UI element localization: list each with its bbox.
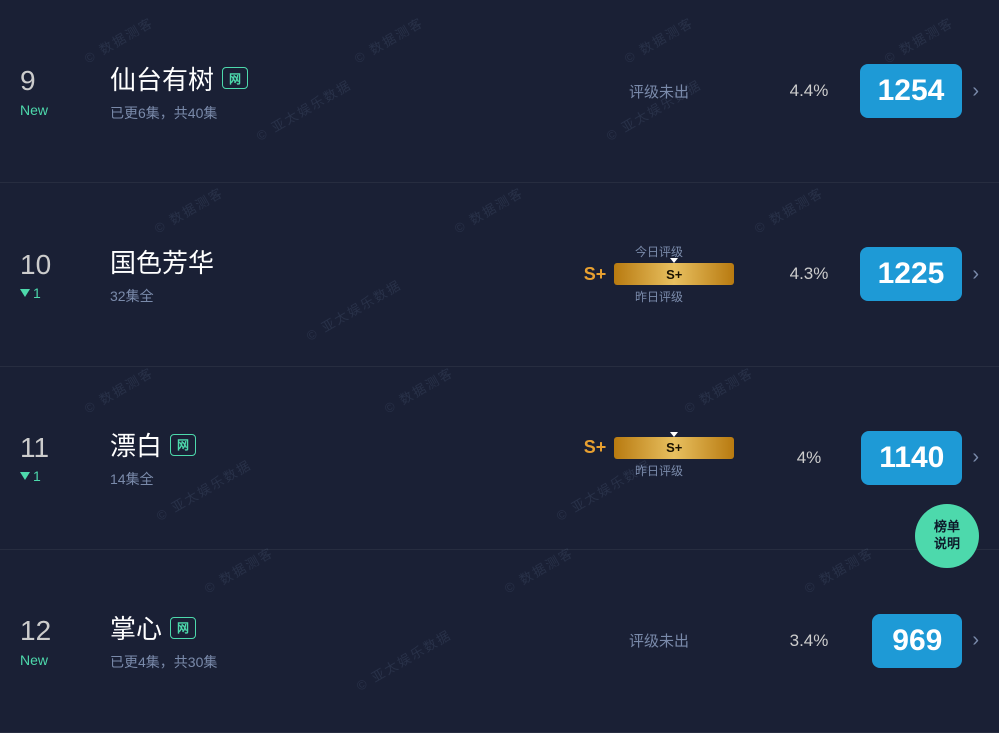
rating-bar-container: S+ S+ xyxy=(584,263,735,285)
percent-section: 3.4% xyxy=(769,631,849,651)
chevron-right-icon[interactable]: › xyxy=(972,629,979,652)
fab-line1: 榜单 xyxy=(934,519,960,536)
arrow-down-icon xyxy=(20,472,30,480)
title-section: 国色芳华 32集全 xyxy=(100,243,549,306)
title-text: 漂白 xyxy=(110,426,162,463)
rank-change: 1 xyxy=(20,468,41,484)
fab-line2: 说明 xyxy=(934,536,960,553)
rank-section: 10 1 xyxy=(20,248,100,302)
rating-bar-label: S+ xyxy=(666,267,682,282)
title-text: 仙台有树 xyxy=(110,60,214,97)
list-item[interactable]: 11 1 漂白 网 14集全 S+ S+ 昨日评级 4% 1140 xyxy=(0,367,999,550)
subtitle-text: 已更6集，共40集 xyxy=(110,103,549,123)
title-row: 漂白 网 xyxy=(110,426,549,463)
score-badge: 1225 xyxy=(860,247,963,301)
rating-bar-label: S+ xyxy=(666,440,682,455)
score-section: 969 › xyxy=(849,614,979,668)
rank-number: 9 xyxy=(20,64,36,98)
rating-grade: S+ xyxy=(584,437,607,458)
chevron-right-icon[interactable]: › xyxy=(972,446,979,469)
percent-section: 4.3% xyxy=(769,264,849,284)
list-item[interactable]: 12 New 掌心 网 已更4集，共30集 评级未出 3.4% 969 › xyxy=(0,550,999,733)
rank-change: New xyxy=(20,652,48,668)
rating-label-bottom: 昨日评级 xyxy=(635,288,683,305)
subtitle-text: 14集全 xyxy=(110,469,549,489)
rating-grade: S+ xyxy=(584,264,607,285)
score-badge: 1254 xyxy=(860,64,963,118)
title-section: 掌心 网 已更4集，共30集 xyxy=(100,609,549,672)
rating-bar: S+ xyxy=(614,263,734,285)
rank-change: New xyxy=(20,102,48,118)
subtitle-text: 32集全 xyxy=(110,286,549,306)
percent-section: 4% xyxy=(769,448,849,468)
fab-button[interactable]: 榜单 说明 xyxy=(915,504,979,568)
score-badge: 1140 xyxy=(861,431,962,485)
score-section: 1254 › xyxy=(849,64,979,118)
list-item[interactable]: 9 New 仙台有树 网 已更6集，共40集 评级未出 4.4% 1254 › xyxy=(0,0,999,183)
list-item[interactable]: 10 1 国色芳华 32集全 今日评级 S+ S+ 昨日评级 4.3% 122 xyxy=(0,183,999,366)
rank-section: 12 New xyxy=(20,614,100,668)
list-container: 9 New 仙台有树 网 已更6集，共40集 评级未出 4.4% 1254 › … xyxy=(0,0,999,733)
title-row: 国色芳华 xyxy=(110,243,549,280)
rating-section: 今日评级 S+ S+ 昨日评级 xyxy=(549,243,769,305)
rank-section: 9 New xyxy=(20,64,100,118)
rating-bar: S+ xyxy=(614,437,734,459)
score-section: 1140 › xyxy=(849,431,979,485)
subtitle-text: 已更4集，共30集 xyxy=(110,652,549,672)
platform-badge: 网 xyxy=(170,617,196,639)
rating-label-bottom: 昨日评级 xyxy=(635,462,683,479)
title-row: 仙台有树 网 xyxy=(110,60,549,97)
rating-section: 评级未出 xyxy=(549,81,769,102)
rating-section: S+ S+ 昨日评级 xyxy=(549,437,769,479)
platform-badge: 网 xyxy=(170,434,196,456)
rank-number: 10 xyxy=(20,248,51,282)
rating-no-data: 评级未出 xyxy=(629,630,689,651)
rank-change-label: 1 xyxy=(33,468,41,484)
rating-no-data: 评级未出 xyxy=(629,81,689,102)
rank-change: 1 xyxy=(20,285,41,301)
rank-number: 12 xyxy=(20,614,51,648)
title-text: 国色芳华 xyxy=(110,243,214,280)
chevron-right-icon[interactable]: › xyxy=(972,263,979,286)
percent-section: 4.4% xyxy=(769,81,849,101)
rank-section: 11 1 xyxy=(20,431,100,485)
platform-badge: 网 xyxy=(222,67,248,89)
title-row: 掌心 网 xyxy=(110,609,549,646)
rating-bar-container: S+ S+ xyxy=(584,437,735,459)
score-badge: 969 xyxy=(872,614,962,668)
title-section: 仙台有树 网 已更6集，共40集 xyxy=(100,60,549,123)
rating-section: 评级未出 xyxy=(549,630,769,651)
rank-change-label: 1 xyxy=(33,285,41,301)
score-section: 1225 › xyxy=(849,247,979,301)
chevron-right-icon[interactable]: › xyxy=(972,80,979,103)
arrow-down-icon xyxy=(20,289,30,297)
title-text: 掌心 xyxy=(110,609,162,646)
title-section: 漂白 网 14集全 xyxy=(100,426,549,489)
rank-number: 11 xyxy=(20,431,49,465)
